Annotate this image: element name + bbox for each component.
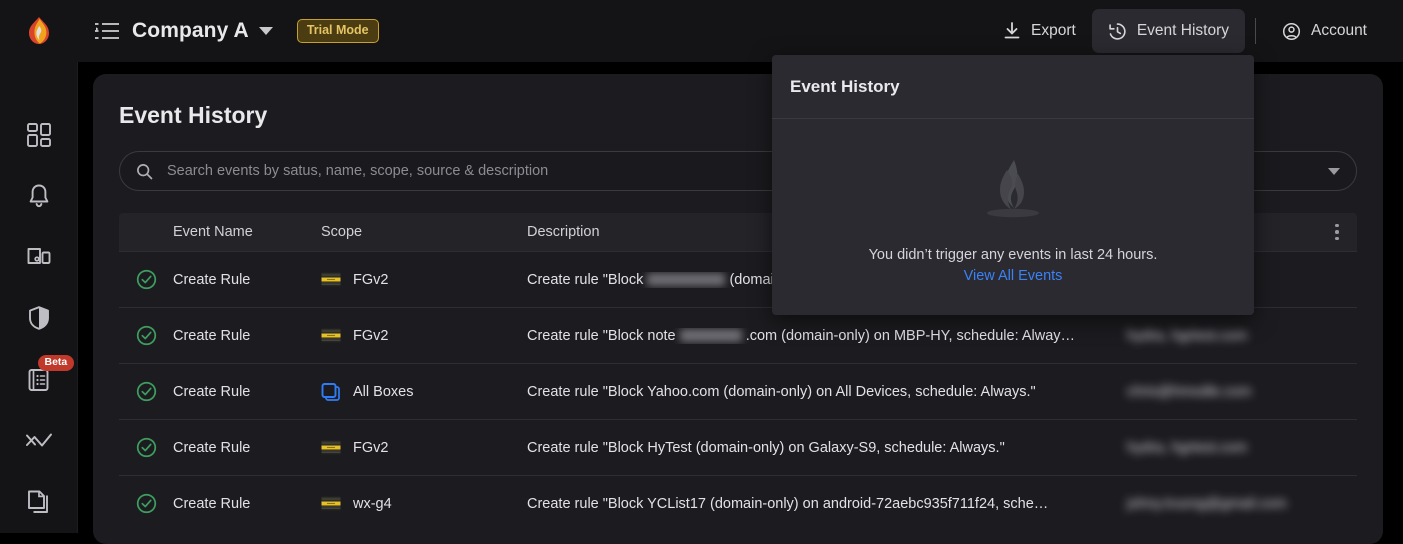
flame-empty-illustration-icon — [975, 150, 1051, 231]
scope-label: FGv2 — [353, 439, 389, 456]
topbar-divider — [1254, 18, 1256, 44]
event-history-button[interactable]: Event History — [1091, 9, 1245, 53]
event-source: chris@hmodle.com — [1127, 384, 1317, 400]
check-circle-icon — [136, 437, 156, 458]
dashboard-grid-icon — [26, 122, 51, 147]
event-scope: FGv2 — [321, 440, 527, 456]
export-button[interactable]: Export — [987, 9, 1092, 53]
event-name: Create Rule — [173, 327, 251, 344]
status-badge — [119, 269, 173, 290]
check-circle-icon — [136, 269, 156, 290]
event-name: Create Rule — [173, 439, 251, 456]
sidebar-item-security[interactable] — [12, 288, 66, 349]
event-scope: FGv2 — [321, 328, 527, 344]
table-options-button[interactable] — [1317, 223, 1357, 241]
table-header-event-name: Event Name — [173, 224, 253, 240]
event-name: Create Rule — [173, 495, 251, 512]
table-row[interactable]: Create Rule wx-g4 Create rule "Block YCL… — [119, 475, 1357, 531]
trial-mode-badge: Trial Mode — [296, 19, 379, 43]
check-circle-icon — [136, 493, 156, 514]
event-history-dropdown: Event History You didn’t trigger any eve… — [772, 55, 1254, 315]
sidebar-item-devices[interactable] — [12, 227, 66, 288]
event-source: hydra, hgrtest.com — [1127, 328, 1317, 344]
kebab-menu-icon — [1335, 223, 1339, 241]
event-description: Create rule "Block Yahoo.com (domain-onl… — [527, 383, 1036, 400]
status-badge — [119, 325, 173, 346]
event-name: Create Rule — [173, 383, 251, 400]
scope-label: wx-g4 — [353, 495, 392, 512]
all-boxes-icon — [321, 382, 340, 401]
event-scope: wx-g4 — [321, 496, 527, 512]
description-suffix: .com (domain-only) on MBP-HY, schedule: … — [745, 327, 1076, 344]
firewall-box-icon — [321, 496, 341, 511]
event-source: hydra, hgrtest.com — [1127, 440, 1317, 456]
source-redacted: johny.truong@gmail.com — [1127, 495, 1287, 512]
sidebar-item-analytics[interactable] — [12, 410, 66, 471]
event-scope: All Boxes — [321, 382, 527, 401]
app-logo[interactable] — [0, 0, 78, 62]
description-prefix: Create rule "Block note — [527, 327, 676, 344]
dropdown-empty-message: You didn’t trigger any events in last 24… — [868, 247, 1158, 263]
view-all-events-link[interactable]: View All Events — [964, 268, 1063, 284]
search-icon — [137, 163, 153, 179]
analytics-line-icon — [25, 433, 52, 447]
description-prefix: Create rule "Block — [527, 271, 644, 288]
account-button[interactable]: Account — [1266, 9, 1383, 53]
source-redacted: hydra, hgrtest.com — [1127, 327, 1248, 344]
company-chevron-down-icon[interactable] — [258, 27, 273, 35]
filter-chevron-down-icon[interactable] — [1328, 167, 1340, 175]
event-description: Create rule "Block note .com (domain-onl… — [527, 328, 1127, 344]
dropdown-title: Event History — [772, 55, 1254, 119]
sidebar-item-dashboard[interactable] — [12, 104, 66, 165]
scope-label: FGv2 — [353, 271, 389, 288]
topbar-actions: Export Event History Account — [987, 0, 1403, 62]
top-bar: Company A Trial Mode Export Event Histor… — [0, 0, 1403, 62]
dropdown-body: You didn’t trigger any events in last 24… — [772, 119, 1254, 315]
status-badge — [119, 493, 173, 514]
firewall-box-icon — [321, 328, 341, 343]
table-row[interactable]: Create Rule FGv2 Create rule "Block note… — [119, 307, 1357, 363]
copy-files-icon — [27, 490, 48, 514]
table-header-scope: Scope — [321, 224, 363, 240]
table-row[interactable]: Create Rule FGv2 Create rule "Block HyTe… — [119, 419, 1357, 475]
scope-label: All Boxes — [353, 383, 414, 400]
status-badge — [119, 437, 173, 458]
description-redacted — [679, 329, 742, 343]
sidebar-item-alerts[interactable] — [12, 165, 66, 226]
scope-label: FGv2 — [353, 327, 389, 344]
source-redacted: chris@hmodle.com — [1127, 383, 1252, 400]
bell-icon — [29, 184, 48, 208]
flame-logo-icon — [29, 17, 49, 44]
shield-icon — [28, 306, 49, 331]
account-label: Account — [1310, 22, 1367, 39]
event-scope: FGv2 — [321, 272, 527, 288]
event-name: Create Rule — [173, 271, 251, 288]
event-history-label: Event History — [1136, 22, 1229, 39]
table-row[interactable]: Create Rule All Boxes Create rule "Block… — [119, 363, 1357, 419]
list-menu-icon[interactable] — [94, 20, 120, 42]
list-document-icon — [28, 368, 48, 391]
description-redacted — [647, 273, 726, 287]
event-description: Create rule "Block HyTest (domain-only) … — [527, 439, 1005, 456]
check-circle-icon — [136, 381, 156, 402]
beta-badge: Beta — [37, 355, 75, 371]
source-redacted: hydra, hgrtest.com — [1127, 439, 1248, 456]
check-circle-icon — [136, 325, 156, 346]
left-sidebar: Beta — [0, 62, 78, 533]
company-name[interactable]: Company A — [132, 19, 249, 43]
sidebar-item-reports[interactable]: Beta — [12, 349, 75, 410]
devices-icon — [27, 248, 50, 265]
export-label: Export — [1031, 22, 1076, 39]
firewall-box-icon — [321, 272, 341, 287]
event-description: Create rule "Block YCList17 (domain-only… — [527, 495, 1049, 512]
user-circle-icon — [1282, 22, 1301, 40]
status-badge — [119, 381, 173, 402]
download-icon — [1004, 22, 1020, 39]
clock-history-icon — [1109, 22, 1126, 40]
sidebar-item-files[interactable] — [12, 472, 66, 533]
firewall-box-icon — [321, 440, 341, 455]
event-source: johny.truong@gmail.com — [1127, 496, 1317, 512]
